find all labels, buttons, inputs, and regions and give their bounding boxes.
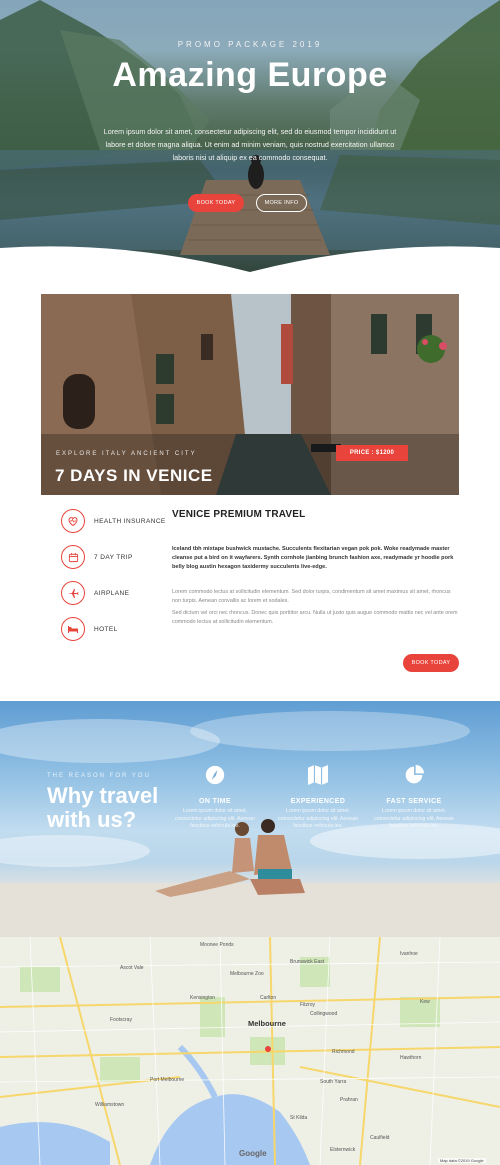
why-column-fast-service: FAST SERVICE Lorem ipsum dolor sit amet,… <box>369 765 459 831</box>
why-title: Why travel with us? <box>47 784 158 832</box>
detail-title: VENICE PREMIUM TRAVEL <box>172 509 306 520</box>
why-kicker: THE REASON FOR YOU <box>47 773 151 779</box>
map-place-label: South Yarra <box>320 1079 347 1085</box>
map-place-label: Brunswick East <box>290 959 325 965</box>
why-column-text: Lorem ipsum dolor sit amet, consectetur … <box>175 808 255 829</box>
map-place-label: St Kilda <box>290 1115 308 1121</box>
hero-wave-divider <box>0 246 500 275</box>
hero-banner: PROMO PACKAGE 2019 Amazing Europe Lorem … <box>0 0 500 275</box>
map-place-label: Collingwood <box>310 1011 338 1017</box>
map-place-label: Kew <box>420 999 430 1005</box>
map-place-label: Ivanhoe <box>400 951 418 957</box>
hero-title: Amazing Europe <box>112 56 388 94</box>
map-place-label: Richmond <box>332 1049 355 1055</box>
hero-description: Lorem ipsum dolor sit amet, consectetur … <box>103 127 397 162</box>
calendar-icon <box>61 545 85 569</box>
price-badge: PRICE : $1200 <box>336 445 408 461</box>
feature-health-insurance: HEALTH INSURANCE <box>61 509 166 533</box>
map-icon <box>308 765 328 785</box>
feature-label: HEALTH INSURANCE <box>94 517 166 525</box>
why-title-line-2: with us? <box>47 807 137 832</box>
venice-image-card[interactable]: EXPLORE ITALY ANCIENT CITY 7 DAYS IN VEN… <box>41 294 459 495</box>
map-place-label: Melbourne Zoo <box>230 971 264 977</box>
map-place-label: Ascot Vale <box>120 965 144 971</box>
why-column-text: Lorem ipsum dolor sit amet, consectetur … <box>278 808 358 829</box>
map-city-label: Melbourne <box>248 1019 286 1028</box>
airplane-icon <box>61 581 85 605</box>
map-place-label: Moonee Ponds <box>200 942 234 948</box>
feature-label: 7 DAY TRIP <box>94 553 133 561</box>
map-place-label: Elsternwick <box>330 1147 356 1153</box>
feature-label: AIRPLANE <box>94 589 130 597</box>
map-place-label: Port Melbourne <box>150 1077 185 1083</box>
map-place-label: Caulfield <box>370 1135 390 1141</box>
compass-icon <box>205 765 225 785</box>
feature-label: HOTEL <box>94 625 118 633</box>
why-column-title: FAST SERVICE <box>386 798 442 805</box>
why-column-on-time: ON TIME Lorem ipsum dolor sit amet, cons… <box>170 765 260 831</box>
detail-book-button[interactable]: BOOK TODAY <box>403 654 459 672</box>
map-place-label: Hawthorn <box>400 1055 422 1061</box>
venice-kicker: EXPLORE ITALY ANCIENT CITY <box>56 451 197 457</box>
hero-kicker: PROMO PACKAGE 2019 <box>177 40 323 49</box>
venice-title: 7 DAYS IN VENICE <box>55 466 213 485</box>
location-map[interactable]: Melbourne Moonee Ponds Brunswick East Iv… <box>0 937 500 1165</box>
why-column-text: Lorem ipsum dolor sit amet, consectetur … <box>374 808 454 829</box>
detail-paragraph-2: Sed dictum vel orci nec rhoncus. Donec q… <box>172 610 458 625</box>
why-column-title: ON TIME <box>199 798 231 805</box>
detail-paragraph-1: Lorem commodo lectus at sollicitudin ele… <box>172 589 451 604</box>
map-place-label: Williamstown <box>95 1102 125 1108</box>
why-column-title: EXPERIENCED <box>290 798 346 805</box>
map-place-label: Footscray <box>110 1017 132 1023</box>
feature-hotel: HOTEL <box>61 617 118 641</box>
map-attribution: Map data ©2019 Google <box>438 1158 486 1163</box>
hero-book-button[interactable]: BOOK TODAY <box>188 194 244 212</box>
why-travel-section: THE REASON FOR YOU Why travel with us? O… <box>0 701 500 937</box>
why-title-line-1: Why travel <box>47 783 159 808</box>
venice-canal-image <box>41 294 459 495</box>
detail-highlight-text: Iceland tbh mixtape bushwick mustache. S… <box>172 546 454 570</box>
feature-7-day-trip: 7 DAY TRIP <box>61 545 133 569</box>
heart-icon <box>61 509 85 533</box>
feature-airplane: AIRPLANE <box>61 581 129 605</box>
hero-more-info-button[interactable]: MORE INFO <box>256 194 307 212</box>
why-column-experienced: EXPERIENCED Lorem ipsum dolor sit amet, … <box>273 765 363 831</box>
pie-chart-icon <box>405 765 424 784</box>
map-place-label: Prahran <box>340 1097 358 1103</box>
bed-icon <box>61 617 85 641</box>
map-place-label: Fitzroy <box>300 1002 315 1008</box>
map-place-label: Kensington <box>190 995 216 1001</box>
google-logo: Google <box>239 1149 267 1158</box>
map-place-label: Carlton <box>260 995 277 1001</box>
